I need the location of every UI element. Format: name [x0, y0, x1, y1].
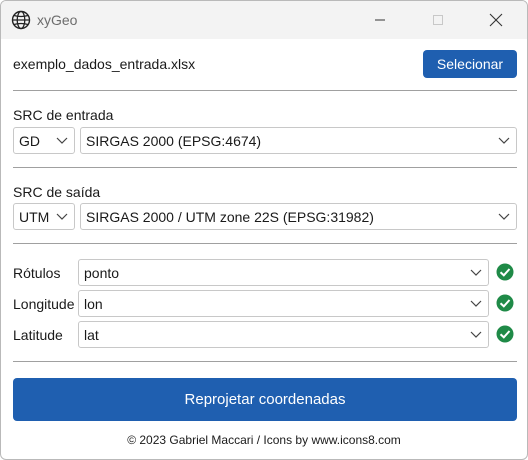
maximize-button[interactable]: [415, 1, 461, 39]
labels-column-select[interactable]: ponto: [78, 259, 489, 286]
chevron-down-icon: [470, 269, 482, 276]
chevron-down-icon: [56, 137, 68, 144]
close-icon: [489, 13, 503, 27]
labels-column-value: ponto: [84, 265, 120, 281]
check-circle-icon: [496, 294, 514, 312]
check-circle-icon: [496, 263, 514, 281]
check-circle-icon: [496, 325, 514, 343]
minimize-button[interactable]: [357, 1, 403, 39]
title-bar[interactable]: xyGeo: [1, 1, 527, 39]
divider: [13, 361, 517, 362]
field-label-latitude: Latitude: [13, 327, 63, 343]
globe-icon: [11, 10, 31, 30]
longitude-column-select[interactable]: lon: [78, 290, 489, 317]
src-output-label: SRC de saída: [13, 184, 101, 200]
src-output-type-select[interactable]: UTM: [13, 203, 75, 230]
maximize-icon: [433, 15, 443, 25]
chevron-down-icon: [56, 213, 68, 220]
src-input-type-value: GD: [19, 133, 40, 149]
src-input-crs-value: SIRGAS 2000 (EPSG:4674): [86, 133, 262, 149]
select-file-button[interactable]: Selecionar: [423, 50, 517, 78]
minimize-icon: [375, 19, 385, 21]
chevron-down-icon: [470, 300, 482, 307]
src-output-crs-select[interactable]: SIRGAS 2000 / UTM zone 22S (EPSG:31982): [80, 203, 517, 230]
src-input-crs-select[interactable]: SIRGAS 2000 (EPSG:4674): [80, 127, 517, 154]
app-window: xyGeo exemplo_dados_entrada.xlsx Selecio…: [0, 0, 528, 460]
reproject-button[interactable]: Reprojetar coordenadas: [13, 378, 517, 421]
field-label-labels: Rótulos: [13, 265, 61, 281]
divider: [13, 243, 517, 244]
divider: [13, 90, 517, 91]
src-input-type-select[interactable]: GD: [13, 127, 75, 154]
footer-credits: © 2023 Gabriel Maccari / Icons by www.ic…: [127, 433, 401, 447]
latitude-column-select[interactable]: lat: [78, 321, 489, 348]
field-label-longitude: Longitude: [13, 296, 75, 312]
src-output-crs-value: SIRGAS 2000 / UTM zone 22S (EPSG:31982): [86, 209, 374, 225]
latitude-column-value: lat: [84, 327, 99, 343]
chevron-down-icon: [470, 331, 482, 338]
chevron-down-icon: [498, 137, 510, 144]
chevron-down-icon: [498, 213, 510, 220]
close-button[interactable]: [473, 1, 519, 39]
src-output-type-value: UTM: [19, 209, 50, 225]
window-title: xyGeo: [37, 12, 78, 28]
selected-file-name: exemplo_dados_entrada.xlsx: [13, 56, 196, 72]
divider: [13, 167, 517, 168]
src-input-label: SRC de entrada: [13, 107, 114, 123]
longitude-column-value: lon: [84, 296, 103, 312]
